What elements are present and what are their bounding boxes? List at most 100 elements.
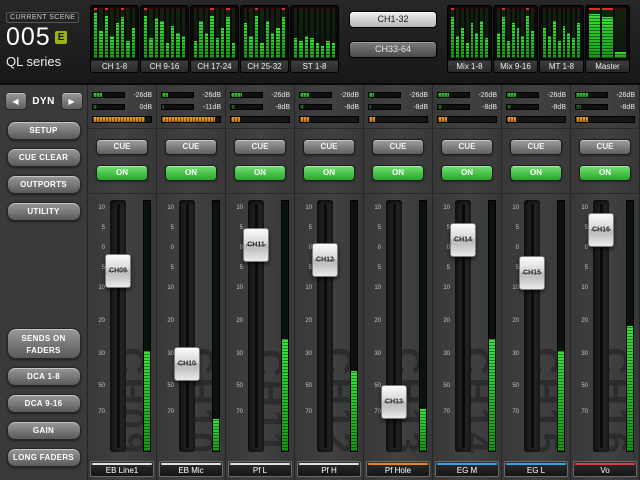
on-button[interactable]: ON (441, 165, 493, 181)
dynamics-gr-meter (161, 116, 221, 123)
fader-track[interactable]: CH16 (593, 200, 609, 452)
input-level-meter (506, 92, 539, 98)
sidebar-long-faders-button[interactable]: LONG FADERS (7, 448, 81, 467)
scene-panel[interactable]: CURRENT SCENE 005 E QL series (3, 5, 89, 79)
bank-meters (190, 5, 239, 60)
sidebar-setup-button[interactable]: SETUP (7, 121, 81, 140)
bank-select-group: CH1-32 CH33-64 (340, 5, 446, 58)
sidebar-cue-clear-button[interactable]: CUE CLEAR (7, 148, 81, 167)
sidebar-dca-9-16-button[interactable]: DCA 9-16 (7, 394, 81, 413)
fader-cap[interactable]: CH13 (381, 385, 407, 419)
strip-meter-block: -26dB-8dB (433, 85, 501, 129)
channel-color-stripe (230, 463, 290, 465)
cue-button[interactable]: CUE (441, 139, 493, 155)
level-meter-bar (176, 8, 179, 58)
bank-ch1-32-button[interactable]: CH1-32 (349, 11, 437, 28)
cue-button[interactable]: CUE (510, 139, 562, 155)
fader-cap[interactable]: CH15 (519, 256, 545, 290)
sidebar-outports-button[interactable]: OUTPORTS (7, 175, 81, 194)
meter-bridge-input-banks: CH 1-8CH 9-16CH 17-24CH 25-32ST 1-8 (90, 5, 339, 73)
channel-name-tab[interactable]: EB Mic (159, 461, 223, 477)
prev-arrow-button[interactable]: ◀ (5, 92, 27, 110)
cue-button[interactable]: CUE (234, 139, 286, 155)
level-meter-bar (563, 8, 566, 58)
fader-track[interactable]: CH13 (386, 200, 402, 452)
fader-scale: 105051020305070 (91, 200, 106, 452)
fader-scale-tick: 5 (504, 265, 519, 271)
fader-track[interactable]: CH12 (317, 200, 333, 452)
fader-track[interactable]: CH15 (524, 200, 540, 452)
dynamics-gr-meter (230, 116, 290, 123)
level-meter-bar (144, 8, 147, 58)
on-button[interactable]: ON (234, 165, 286, 181)
cue-button[interactable]: CUE (303, 139, 355, 155)
fader-scale-tick: 50 (228, 383, 243, 389)
fader-track[interactable]: CH14 (455, 200, 471, 452)
cue-button[interactable]: CUE (165, 139, 217, 155)
meter-bank-mt-1-8[interactable]: MT 1-8 (539, 5, 584, 73)
level-meter-bar (567, 8, 570, 58)
level-meter-bar (299, 8, 302, 58)
sidebar-utility-button[interactable]: UTILITY (7, 202, 81, 221)
level-meter-bar (271, 8, 274, 58)
next-arrow-button[interactable]: ▶ (61, 92, 83, 110)
meter-bank-st-1-8[interactable]: ST 1-8 (290, 5, 339, 73)
bank-label: Mix 9-16 (493, 60, 538, 73)
channel-name-tab[interactable]: Vo (573, 461, 637, 477)
meter-bank-master[interactable]: Master (585, 5, 630, 73)
channel-strip-ch11: -26dB-8dBCUEONCH11105051020305070CH11Pf … (226, 85, 295, 480)
fader-scale-tick: 10 (435, 285, 450, 291)
channel-strip-ch13: -26dB-8dBCUEONCH13105051020305070CH13Pf … (364, 85, 433, 480)
sidebar-dca-1-8-button[interactable]: DCA 1-8 (7, 367, 81, 386)
on-button[interactable]: ON (510, 165, 562, 181)
meter-bank-mix-1-8[interactable]: Mix 1-8 (447, 5, 492, 73)
strip-buttons: CUE ON (226, 129, 294, 194)
fader-track[interactable]: CH09 (110, 200, 126, 452)
meter-bank-ch-17-24[interactable]: CH 17-24 (190, 5, 239, 73)
fader-scale-tick: 0 (366, 245, 381, 251)
on-button[interactable]: ON (579, 165, 631, 181)
level-meter-bar (316, 8, 319, 58)
channel-color-stripe (161, 463, 221, 465)
fader-cap[interactable]: CH10 (174, 347, 200, 381)
fader-cap[interactable]: CH16 (588, 213, 614, 247)
fader-cap[interactable]: CH12 (312, 243, 338, 277)
bank-ch33-64-button[interactable]: CH33-64 (349, 41, 437, 58)
fader-scale-tick: 5 (297, 265, 312, 271)
fader-cap[interactable]: CH14 (450, 223, 476, 257)
on-button[interactable]: ON (165, 165, 217, 181)
level-meter-bar (155, 8, 158, 58)
channel-name-tab[interactable]: EG L (504, 461, 568, 477)
fader-cap[interactable]: CH11 (243, 228, 269, 262)
on-button[interactable]: ON (372, 165, 424, 181)
level-meter-bar (602, 8, 613, 58)
channel-name-tab[interactable]: EG M (435, 461, 499, 477)
fader-cap[interactable]: CH09 (105, 254, 131, 288)
level-meter-bar (194, 8, 197, 58)
meter-bank-mix-9-16[interactable]: Mix 9-16 (493, 5, 538, 73)
cue-button[interactable]: CUE (96, 139, 148, 155)
meter-bank-ch-25-32[interactable]: CH 25-32 (240, 5, 289, 73)
channel-name-tab[interactable]: EB Line1 (90, 461, 154, 477)
level-meter-bar (466, 8, 469, 58)
bank-meters (90, 5, 139, 60)
fader-scale-tick: 0 (90, 245, 105, 251)
cue-button[interactable]: CUE (579, 139, 631, 155)
channel-name-tab[interactable]: Pf L (228, 461, 292, 477)
channel-name-tab[interactable]: Pf H (297, 461, 361, 477)
channel-name-tab[interactable]: Pf Hole (366, 461, 430, 477)
sidebar-gain-button[interactable]: GAIN (7, 421, 81, 440)
strip-meter-block: -26dB0dB (88, 85, 156, 129)
meter-bank-ch-1-8[interactable]: CH 1-8 (90, 5, 139, 73)
cue-button[interactable]: CUE (372, 139, 424, 155)
sidebar-sends-on-faders-button[interactable]: SENDS ON FADERS (7, 328, 81, 359)
fader-track[interactable]: CH11 (248, 200, 264, 452)
fader-track[interactable]: CH10 (179, 200, 195, 452)
fader-cap-label: CH14 (451, 237, 475, 244)
on-button[interactable]: ON (303, 165, 355, 181)
meter-bank-ch-9-16[interactable]: CH 9-16 (140, 5, 189, 73)
fader-scale-tick: 20 (504, 318, 519, 324)
on-button[interactable]: ON (96, 165, 148, 181)
level-meter-bar (461, 8, 464, 58)
level-meter-bar (266, 8, 269, 58)
